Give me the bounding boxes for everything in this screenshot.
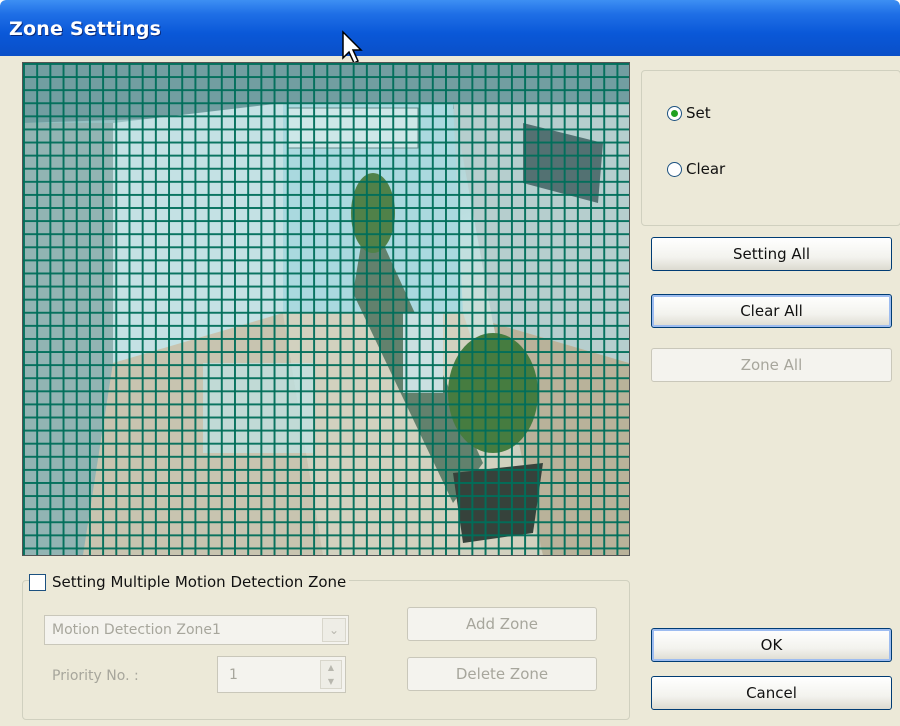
- multi-zone-checkbox-label: Setting Multiple Motion Detection Zone: [52, 573, 347, 591]
- delete-zone-button[interactable]: Delete Zone: [407, 657, 597, 691]
- add-zone-button[interactable]: Add Zone: [407, 607, 597, 641]
- priority-label: Priority No. :: [52, 668, 139, 684]
- zone-all-button[interactable]: Zone All: [651, 348, 892, 382]
- set-radio-label: Set: [686, 104, 711, 122]
- chevron-down-icon[interactable]: ⌄: [322, 618, 346, 642]
- clear-radio-label: Clear: [686, 160, 726, 178]
- multi-zone-checkbox[interactable]: [29, 573, 46, 591]
- clear-all-button[interactable]: Clear All: [651, 294, 892, 328]
- zone-settings-dialog: Zone Settings Set Clear Setting All Clea…: [0, 0, 900, 726]
- title-bar[interactable]: Zone Settings: [0, 0, 900, 56]
- clear-radio[interactable]: Clear: [667, 160, 725, 178]
- multi-zone-group: [22, 580, 630, 720]
- multi-zone-checkbox-row[interactable]: Setting Multiple Motion Detection Zone: [29, 573, 350, 591]
- window-title: Zone Settings: [9, 18, 162, 40]
- cancel-button[interactable]: Cancel: [651, 676, 892, 710]
- motion-zone-grid[interactable]: [23, 63, 629, 555]
- mouse-cursor-icon: [342, 30, 363, 65]
- priority-value: 1: [229, 667, 238, 683]
- clear-radio-dot[interactable]: [667, 161, 682, 177]
- mode-group: [641, 70, 900, 226]
- spinner-arrows-icon[interactable]: ▲ ▼: [320, 660, 342, 689]
- setting-all-button[interactable]: Setting All: [651, 237, 892, 271]
- set-radio[interactable]: Set: [667, 104, 711, 122]
- zone-select-value: Motion Detection Zone1: [52, 622, 221, 638]
- priority-spinner[interactable]: 1 ▲ ▼: [217, 656, 346, 693]
- ok-button[interactable]: OK: [651, 628, 892, 662]
- zone-select[interactable]: Motion Detection Zone1 ⌄: [44, 615, 349, 645]
- camera-preview-grid[interactable]: [22, 62, 630, 556]
- set-radio-dot[interactable]: [667, 105, 682, 121]
